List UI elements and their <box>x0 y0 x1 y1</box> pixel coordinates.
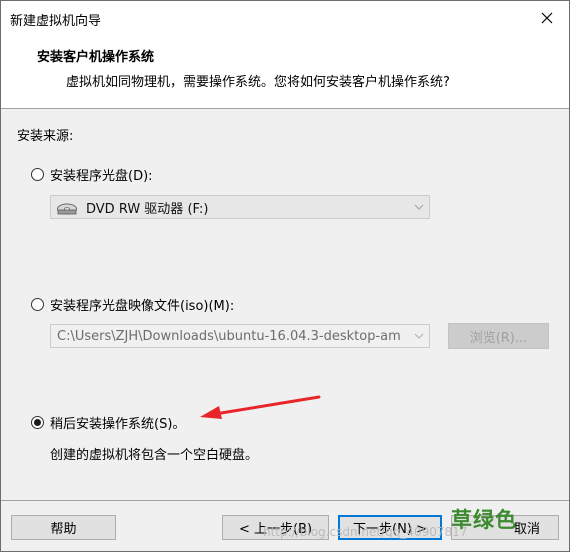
page-title: 安装客户机操作系统 <box>37 50 155 65</box>
radio-install-disc[interactable]: 安装程序光盘(D): <box>31 165 153 184</box>
chevron-down-icon[interactable] <box>409 333 429 339</box>
radio-install-later-label: 稍后安装操作系统(S)。 <box>50 417 186 432</box>
close-button[interactable] <box>525 1 569 34</box>
watermark-url: http://blog.csdn.net/qq_40907817 <box>263 525 468 539</box>
radio-install-later[interactable]: 稍后安装操作系统(S)。 <box>31 413 185 432</box>
disc-drive-value: DVD RW 驱动器 (F:) <box>86 201 209 217</box>
help-button[interactable]: 帮助 <box>11 515 116 540</box>
annotation-arrow-icon <box>200 395 321 419</box>
iso-path-combobox[interactable]: C:\Users\ZJH\Downloads\ubuntu-16.04.3-de… <box>50 324 430 348</box>
radio-circle[interactable] <box>31 298 44 311</box>
browse-button[interactable]: 浏览(R)... <box>448 323 549 349</box>
install-source-label: 安装来源: <box>17 129 74 144</box>
title-bar: 新建虚拟机向导 <box>1 1 569 34</box>
install-later-description: 创建的虚拟机将包含一个空白硬盘。 <box>50 448 259 463</box>
iso-path-value: C:\Users\ZJH\Downloads\ubuntu-16.04.3-de… <box>57 328 401 344</box>
radio-install-iso-label: 安装程序光盘映像文件(iso)(M): <box>50 299 235 314</box>
chevron-down-icon[interactable] <box>409 204 429 210</box>
disc-drive-icon <box>57 203 77 215</box>
radio-circle[interactable] <box>31 168 44 181</box>
page-subtitle: 虚拟机如同物理机，需要操作系统。您将如何安装客户机操作系统? <box>66 75 450 90</box>
watermark-logo: 草绿色 <box>451 508 517 532</box>
disc-drive-select[interactable]: DVD RW 驱动器 (F:) <box>50 195 430 219</box>
close-icon <box>541 12 553 23</box>
wizard-header: 安装客户机操作系统 虚拟机如同物理机，需要操作系统。您将如何安装客户机操作系统? <box>1 34 569 108</box>
radio-circle-checked[interactable] <box>31 416 44 429</box>
wizard-window: 新建虚拟机向导 安装客户机操作系统 虚拟机如同物理机，需要操作系统。您将如何安装… <box>0 0 570 552</box>
radio-install-disc-label: 安装程序光盘(D): <box>50 169 153 184</box>
radio-install-iso[interactable]: 安装程序光盘映像文件(iso)(M): <box>31 295 234 314</box>
window-title: 新建虚拟机向导 <box>10 14 102 29</box>
wizard-body: 安装来源: 安装程序光盘(D): DVD RW 驱动器 (F:) 安装程序光盘映… <box>1 109 569 500</box>
